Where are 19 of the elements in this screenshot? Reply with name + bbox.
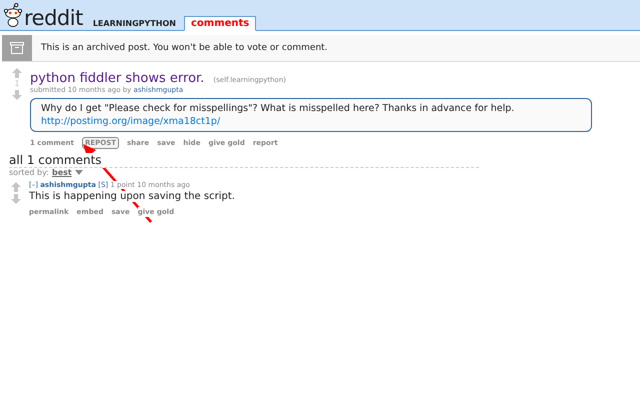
alien-mascot-icon[interactable] bbox=[4, 2, 22, 28]
comment-text: This is happening upon saving the script. bbox=[29, 191, 235, 202]
reddit-logo[interactable]: reddit bbox=[24, 6, 83, 30]
notice-text: This is an archived post. You won't be able to vote or comment. bbox=[41, 43, 328, 53]
post-title[interactable]: python fiddler shows error. bbox=[30, 71, 204, 86]
post-body-text: Why do I get "Please check for misspellings"? What is misspelled here? Thanks in advance for help. bbox=[41, 102, 516, 115]
downvote-icon[interactable] bbox=[11, 194, 21, 204]
comments-heading: all 1 comments bbox=[9, 153, 479, 168]
downvote-icon[interactable] bbox=[12, 90, 22, 100]
sort-label: sorted by: bbox=[9, 168, 49, 177]
subreddit-link[interactable]: LEARNINGPYTHON bbox=[92, 19, 176, 28]
image-link[interactable]: http://postimg.org/image/xma18ct1p/ bbox=[41, 116, 220, 127]
archive-box-icon bbox=[10, 42, 24, 54]
post-score: 1 bbox=[14, 79, 20, 89]
comments-tab[interactable]: comments bbox=[184, 16, 256, 31]
sort-dropdown[interactable]: best bbox=[52, 168, 72, 177]
upvote-icon[interactable] bbox=[11, 182, 21, 192]
caret-icon[interactable] bbox=[74, 170, 83, 175]
upvote-icon[interactable] bbox=[12, 68, 22, 78]
